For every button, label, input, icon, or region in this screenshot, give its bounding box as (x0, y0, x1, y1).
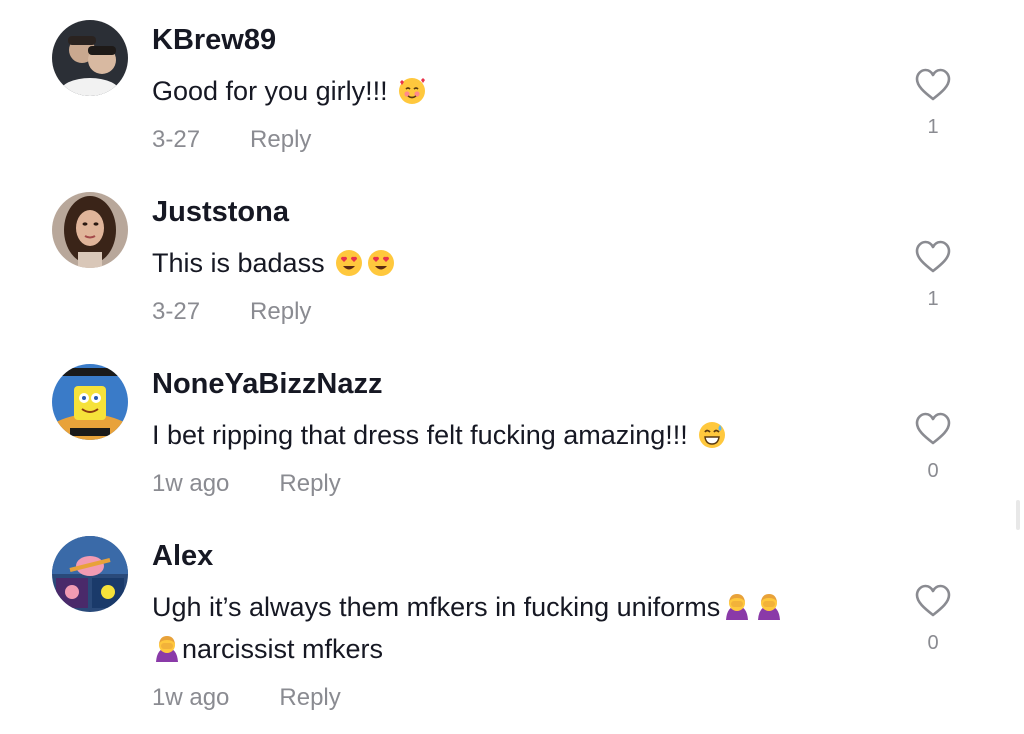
comment-username[interactable]: Alex (152, 540, 213, 573)
comment-meta: 1w ago Reply (152, 470, 341, 498)
facepalm-woman-emoji-icon (152, 634, 182, 664)
comment-username[interactable]: KBrew89 (152, 24, 276, 57)
like-control: 0 (908, 412, 958, 483)
comment-text: Good for you girly!!! (152, 70, 892, 112)
like-control: 0 (908, 584, 958, 655)
comment-username[interactable]: Juststona (152, 196, 289, 229)
comment-date: 3-27 (152, 298, 201, 325)
reply-button[interactable]: Reply (279, 684, 340, 712)
comment-text: I bet ripping that dress felt fucking am… (152, 414, 892, 456)
heart-icon[interactable] (915, 68, 951, 102)
grinning-sweat-emoji-icon (697, 420, 727, 450)
heart-eyes-emoji-icon (334, 248, 364, 278)
comment-date: 1w ago (152, 470, 230, 497)
comment-meta: 1w ago Reply (152, 684, 341, 712)
comment-item: Juststona This is badass 3-27 Reply 1 (0, 192, 1024, 342)
comment-date: 1w ago (152, 684, 230, 711)
reply-button[interactable]: Reply (250, 298, 311, 326)
comment-text: Ugh it’s always them mfkers in fucking u… (152, 586, 892, 670)
comment-meta: 3-27 Reply (152, 126, 311, 154)
heart-icon[interactable] (915, 240, 951, 274)
reply-button[interactable]: Reply (250, 126, 311, 154)
comment-item: Alex Ugh it’s always them mfkers in fuck… (0, 536, 1024, 726)
reply-button[interactable]: Reply (279, 470, 340, 498)
like-count: 1 (927, 288, 939, 310)
comment-item: KBrew89 Good for you girly!!! 3-27 Reply … (0, 20, 1024, 170)
facepalm-woman-emoji-icon (722, 592, 752, 622)
like-count: 0 (927, 632, 939, 654)
comment-list: KBrew89 Good for you girly!!! 3-27 Reply … (0, 0, 1024, 734)
avatar[interactable] (52, 536, 128, 612)
heart-eyes-emoji-icon (366, 248, 396, 278)
like-count: 1 (927, 116, 939, 138)
comment-item: NoneYaBizzNazz I bet ripping that dress … (0, 364, 1024, 514)
scrollbar[interactable] (1016, 500, 1020, 530)
heart-icon[interactable] (915, 412, 951, 446)
like-control: 1 (908, 68, 958, 139)
avatar[interactable] (52, 20, 128, 96)
heart-icon[interactable] (915, 584, 951, 618)
facepalm-woman-emoji-icon (754, 592, 784, 622)
comment-text: This is badass (152, 242, 892, 284)
avatar[interactable] (52, 192, 128, 268)
avatar[interactable] (52, 364, 128, 440)
comment-username[interactable]: NoneYaBizzNazz (152, 368, 382, 401)
like-count: 0 (927, 460, 939, 482)
comment-date: 3-27 (152, 126, 201, 153)
smiling-face-with-hearts-emoji-icon (397, 76, 427, 106)
like-control: 1 (908, 240, 958, 311)
comment-meta: 3-27 Reply (152, 298, 311, 326)
